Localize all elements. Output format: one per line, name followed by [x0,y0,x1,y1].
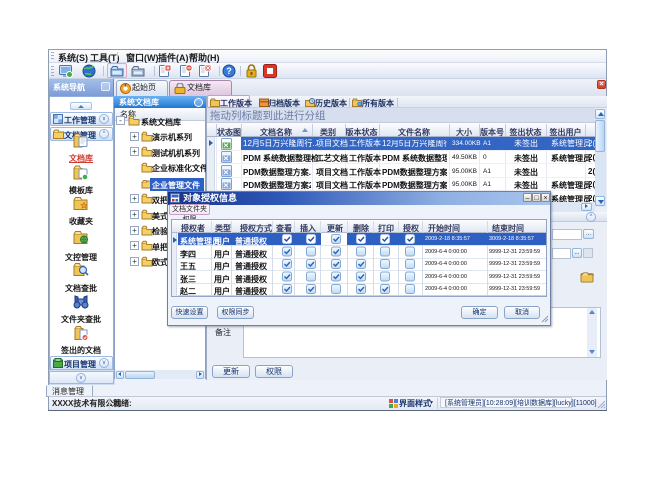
svg-text:?: ? [226,66,232,76]
